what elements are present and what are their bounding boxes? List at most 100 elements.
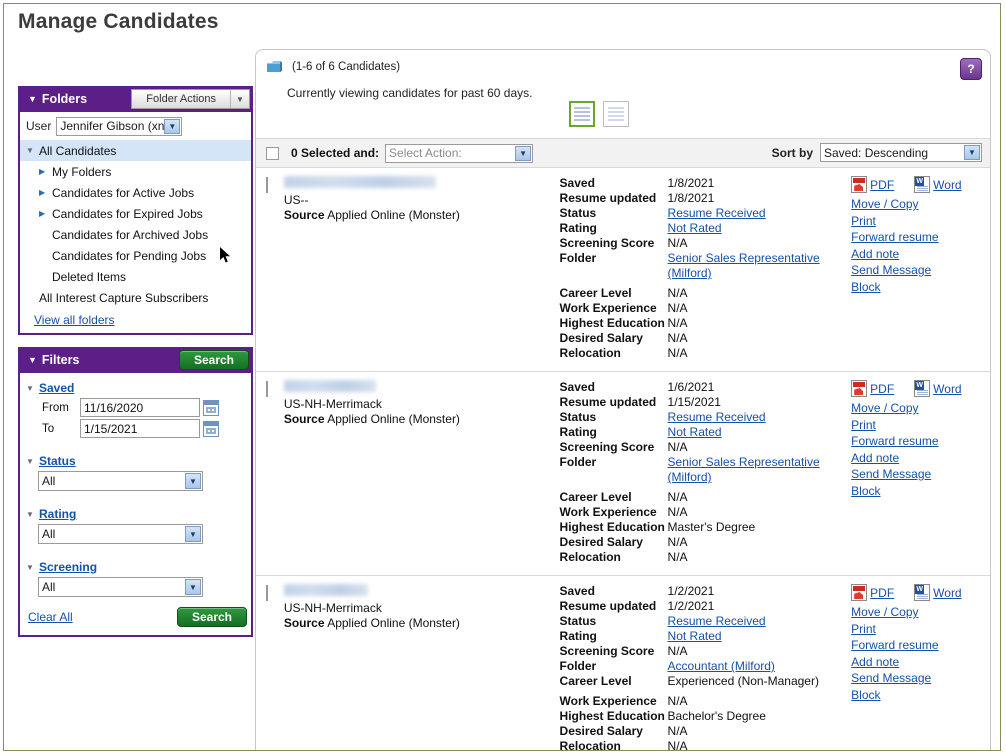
candidate-field-value[interactable]: Senior Sales Representative (Milford) xyxy=(668,251,838,281)
candidate-print-link[interactable]: Print xyxy=(851,213,990,230)
candidate-move-copy-link[interactable]: Move / Copy xyxy=(851,196,990,213)
saved-from-input[interactable] xyxy=(80,398,200,417)
candidate-add-note-link[interactable]: Add note xyxy=(851,450,990,467)
folder-tree-item[interactable]: ▶ Candidates for Expired Jobs xyxy=(20,203,251,224)
caret-right-icon[interactable]: ▶ xyxy=(39,209,52,218)
calendar-icon[interactable] xyxy=(203,399,219,416)
word-icon[interactable] xyxy=(914,380,931,397)
collapse-caret-icon[interactable]: ▼ xyxy=(28,355,37,365)
view-mode-list-button[interactable] xyxy=(569,101,595,127)
candidate-field-link[interactable]: Resume Received xyxy=(668,410,766,424)
candidate-block-link[interactable]: Block xyxy=(851,483,990,500)
collapse-caret-icon[interactable]: ▼ xyxy=(26,563,39,572)
candidate-word-link[interactable]: Word xyxy=(933,178,961,192)
candidate-word-link-group[interactable]: Word xyxy=(914,584,962,601)
candidate-field-value[interactable]: Accountant (Milford) xyxy=(668,659,838,674)
status-select[interactable]: All ▼ xyxy=(38,471,203,491)
filter-screening-title[interactable]: Screening xyxy=(39,560,97,574)
folder-tree-item[interactable]: ▼ All Candidates xyxy=(20,140,251,161)
folder-actions-button[interactable]: Folder Actions ▼ xyxy=(131,89,250,109)
collapse-caret-icon[interactable]: ▼ xyxy=(26,457,39,466)
word-icon[interactable] xyxy=(914,584,931,601)
candidate-field-link[interactable]: Resume Received xyxy=(668,614,766,628)
folder-tree-item[interactable]: All Interest Capture Subscribers xyxy=(20,287,251,308)
candidate-field-link[interactable]: Senior Sales Representative (Milford) xyxy=(668,251,820,280)
caret-right-icon[interactable]: ▶ xyxy=(39,188,52,197)
filters-search-button-top[interactable]: Search xyxy=(178,350,249,370)
chevron-down-icon[interactable]: ▼ xyxy=(185,473,201,489)
screening-select[interactable]: All ▼ xyxy=(38,577,203,597)
candidate-field-value[interactable]: Senior Sales Representative (Milford) xyxy=(668,455,838,485)
candidate-pdf-link[interactable]: PDF xyxy=(870,382,894,396)
candidate-checkbox[interactable] xyxy=(266,177,268,193)
clear-all-link[interactable]: Clear All xyxy=(28,610,73,624)
pdf-icon[interactable] xyxy=(851,380,868,397)
candidate-field-value[interactable]: Resume Received xyxy=(668,614,838,629)
collapse-caret-icon[interactable]: ▼ xyxy=(26,384,39,393)
view-mode-detail-button[interactable] xyxy=(603,101,629,127)
candidate-field-link[interactable]: Resume Received xyxy=(668,206,766,220)
candidate-field-link[interactable]: Not Rated xyxy=(668,221,722,235)
caret-down-icon[interactable]: ▼ xyxy=(26,146,39,155)
chevron-down-icon[interactable]: ▼ xyxy=(185,526,201,542)
pdf-icon[interactable] xyxy=(851,176,868,193)
candidate-add-note-link[interactable]: Add note xyxy=(851,246,990,263)
candidate-field-value[interactable]: Not Rated xyxy=(668,221,838,236)
collapse-caret-icon[interactable]: ▼ xyxy=(28,94,37,104)
chevron-down-icon[interactable]: ▼ xyxy=(515,145,532,161)
candidate-send-message-link[interactable]: Send Message xyxy=(851,466,990,483)
candidate-print-link[interactable]: Print xyxy=(851,621,990,638)
folder-tree-item[interactable]: ▶ Candidates for Active Jobs xyxy=(20,182,251,203)
help-icon[interactable]: ? xyxy=(960,58,982,80)
saved-to-input[interactable] xyxy=(80,419,200,438)
candidate-checkbox[interactable] xyxy=(266,381,268,397)
pdf-icon[interactable] xyxy=(851,584,868,601)
candidate-pdf-link-group[interactable]: PDF xyxy=(851,176,894,193)
candidate-checkbox[interactable] xyxy=(266,585,268,601)
candidate-pdf-link-group[interactable]: PDF xyxy=(851,380,894,397)
candidate-name-redacted[interactable] xyxy=(283,380,376,392)
word-icon[interactable] xyxy=(914,176,931,193)
folder-tree-item[interactable]: Candidates for Archived Jobs xyxy=(20,224,251,245)
candidate-send-message-link[interactable]: Send Message xyxy=(851,670,990,687)
caret-right-icon[interactable]: ▶ xyxy=(39,167,52,176)
candidate-field-link[interactable]: Senior Sales Representative (Milford) xyxy=(668,455,820,484)
candidate-field-link[interactable]: Accountant (Milford) xyxy=(668,659,775,673)
chevron-down-icon[interactable]: ▼ xyxy=(164,118,181,134)
select-action-dropdown[interactable]: Select Action: ▼ xyxy=(385,143,534,163)
candidate-field-link[interactable]: Not Rated xyxy=(668,425,722,439)
candidate-word-link[interactable]: Word xyxy=(933,382,961,396)
candidate-forward-resume-link[interactable]: Forward resume xyxy=(851,433,990,450)
folder-tree-item[interactable]: Deleted Items xyxy=(20,266,251,287)
candidate-forward-resume-link[interactable]: Forward resume xyxy=(851,637,990,654)
filter-rating-title[interactable]: Rating xyxy=(39,507,76,521)
candidate-add-note-link[interactable]: Add note xyxy=(851,654,990,671)
candidate-pdf-link[interactable]: PDF xyxy=(870,586,894,600)
filter-status-title[interactable]: Status xyxy=(39,454,76,468)
sort-by-dropdown[interactable]: Saved: Descending ▼ xyxy=(820,143,982,162)
view-all-folders-link[interactable]: View all folders xyxy=(34,313,114,327)
candidate-word-link[interactable]: Word xyxy=(933,586,961,600)
candidate-field-value[interactable]: Not Rated xyxy=(668,425,838,440)
candidate-move-copy-link[interactable]: Move / Copy xyxy=(851,604,990,621)
folder-tree-item[interactable]: ▶ My Folders xyxy=(20,161,251,182)
folder-tree-item[interactable]: Candidates for Pending Jobs xyxy=(20,245,251,266)
candidate-send-message-link[interactable]: Send Message xyxy=(851,262,990,279)
filter-saved-title[interactable]: Saved xyxy=(39,381,74,395)
candidate-name-redacted[interactable] xyxy=(283,584,368,596)
candidate-pdf-link-group[interactable]: PDF xyxy=(851,584,894,601)
select-all-checkbox[interactable] xyxy=(266,146,279,160)
candidate-field-link[interactable]: Not Rated xyxy=(668,629,722,643)
chevron-down-icon[interactable]: ▼ xyxy=(230,90,249,108)
candidate-field-value[interactable]: Resume Received xyxy=(668,410,838,425)
candidate-word-link-group[interactable]: Word xyxy=(914,380,962,397)
rating-select[interactable]: All ▼ xyxy=(38,524,203,544)
candidate-pdf-link[interactable]: PDF xyxy=(870,178,894,192)
candidate-name-redacted[interactable] xyxy=(283,176,436,188)
chevron-down-icon[interactable]: ▼ xyxy=(964,145,980,160)
candidate-block-link[interactable]: Block xyxy=(851,687,990,704)
candidate-block-link[interactable]: Block xyxy=(851,279,990,296)
candidate-word-link-group[interactable]: Word xyxy=(914,176,962,193)
candidate-field-value[interactable]: Resume Received xyxy=(668,206,838,221)
chevron-down-icon[interactable]: ▼ xyxy=(185,579,201,595)
